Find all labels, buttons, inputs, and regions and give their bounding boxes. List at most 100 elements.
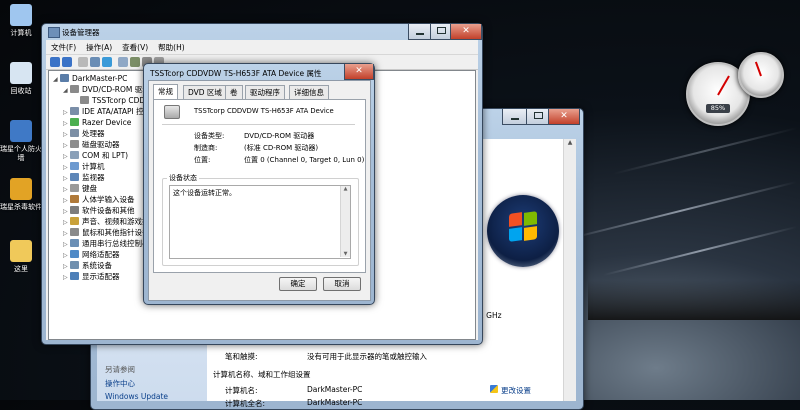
minimize-button[interactable]: [502, 109, 528, 125]
tree-node-label: 软件设备和其他: [82, 206, 135, 215]
scroll-down-icon[interactable]: ▼: [341, 251, 350, 257]
properties-icon[interactable]: [90, 57, 100, 67]
minimize-button[interactable]: [408, 24, 432, 40]
ram-needle: [754, 61, 762, 77]
tree-node[interactable]: ▷ 网络适配器: [63, 249, 120, 260]
tree-node[interactable]: TSSTcorp CDDV: [73, 95, 150, 106]
tree-node[interactable]: ▷ 人体学输入设备: [63, 194, 135, 205]
tree-node-label: COM 和 LPT): [82, 151, 129, 160]
device-icon: [70, 140, 79, 148]
close-button[interactable]: ✕: [344, 64, 374, 80]
tree-node[interactable]: ▷ COM 和 LPT): [63, 150, 128, 161]
wallpaper-streak: [602, 225, 798, 277]
back-icon[interactable]: [50, 57, 60, 67]
tree-node[interactable]: ◢ DarkMaster-PC: [53, 73, 127, 84]
desktop-icon[interactable]: 计算机: [0, 4, 42, 38]
dvd-drive-icon: [164, 105, 180, 119]
tree-node[interactable]: ▷ 键盘: [63, 183, 97, 194]
manufacturer-value: (标准 CD-ROM 驱动器): [244, 144, 319, 152]
tree-node[interactable]: ▷ 软件设备和其他: [63, 205, 135, 216]
tree-node-label: 监视器: [82, 173, 105, 182]
maximize-button[interactable]: [526, 109, 550, 125]
cancel-button[interactable]: 取消: [323, 277, 361, 291]
properties-dialog: TSSTcorp CDDVDW TS-H653F ATA Device 属性 ✕…: [143, 63, 375, 305]
device-status-text: 这个设备运转正常。: [173, 189, 236, 197]
desktop-icon[interactable]: 回收站: [0, 62, 42, 96]
computer-icon: [10, 4, 32, 26]
expand-icon[interactable]: ◢: [53, 74, 60, 85]
full-name-value: DarkMaster-PC: [307, 398, 363, 407]
device-icon: [70, 239, 79, 247]
device-type-value: DVD/CD-ROM 驱动器: [244, 132, 315, 140]
change-settings-link[interactable]: 更改设置: [490, 385, 531, 396]
ram-gauge: [738, 52, 784, 98]
scroll-up-icon[interactable]: ▲: [564, 139, 576, 146]
close-button[interactable]: ✕: [450, 24, 482, 40]
firewall-icon: [10, 120, 32, 142]
location-label: 位置:: [194, 156, 211, 164]
ok-button[interactable]: 确定: [279, 277, 317, 291]
help-icon[interactable]: [102, 57, 112, 67]
forward-icon[interactable]: [62, 57, 72, 67]
properties-tab[interactable]: DVD 区域: [183, 85, 227, 99]
tree-node-label: 系统设备: [82, 261, 112, 270]
maximize-button[interactable]: [430, 24, 452, 40]
menu-item[interactable]: 操作(A): [81, 40, 117, 55]
scan-hardware-icon[interactable]: [118, 57, 128, 67]
menu-item[interactable]: 查看(V): [117, 40, 153, 55]
properties-tab[interactable]: 详细信息: [289, 85, 329, 99]
tree-node[interactable]: ▷ 计算机: [63, 161, 105, 172]
windows-logo: [487, 195, 559, 267]
tree-node-label: DarkMaster-PC: [72, 74, 128, 83]
wallpaper-streak: [612, 127, 798, 175]
close-button[interactable]: ✕: [548, 109, 580, 125]
tree-node-label: Razer Device: [82, 118, 132, 127]
manufacturer-label: 制造商:: [194, 144, 218, 152]
device-status-label: 设备状态: [167, 173, 199, 183]
tree-node[interactable]: ▷ 系统设备: [63, 260, 112, 271]
expand-icon[interactable]: ◢: [63, 85, 70, 96]
tree-node[interactable]: ▷ Razer Device: [63, 117, 131, 128]
tree-node-label: 通用串行总线控制器: [82, 239, 150, 248]
vertical-scrollbar[interactable]: ▲: [563, 139, 576, 401]
tree-node[interactable]: ▷ 通用串行总线控制器: [63, 238, 150, 249]
device-icon: [70, 206, 79, 214]
menu-item[interactable]: 帮助(H): [153, 40, 190, 55]
desktop-icon[interactable]: 瑞星杀毒软件: [0, 178, 42, 212]
device-name: TSSTcorp CDDVDW TS-H653F ATA Device: [194, 107, 334, 115]
tree-node[interactable]: ▷ 监视器: [63, 172, 105, 183]
computer-name-value: DarkMaster-PC: [307, 385, 363, 394]
link-action-center[interactable]: 操作中心: [105, 378, 135, 389]
desktop-icon-label: 计算机: [10, 29, 32, 37]
device-type-label: 设备类型:: [194, 132, 225, 140]
tree-node-label: TSSTcorp CDDV: [92, 96, 151, 105]
pen-touch-value: 没有可用于此显示器的笔或触控输入: [307, 352, 427, 361]
menu-item[interactable]: 文件(F): [46, 40, 81, 55]
tree-node[interactable]: ▷ 显示适配器: [63, 271, 120, 282]
properties-tab[interactable]: 卷: [225, 85, 243, 99]
tree-node[interactable]: ▷ 磁盘驱动器: [63, 139, 120, 150]
device-status-textbox[interactable]: 这个设备运转正常。 ▲ ▼: [169, 185, 351, 259]
device-icon: [70, 162, 79, 170]
status-scrollbar[interactable]: ▲ ▼: [340, 186, 350, 257]
update-driver-icon[interactable]: [130, 57, 140, 67]
computer-name-label: 计算机名:: [225, 386, 258, 395]
device-icon: [70, 184, 79, 192]
tree-node[interactable]: ▷ 鼠标和其他指针设备: [63, 227, 150, 238]
expand-icon[interactable]: ▷: [63, 272, 70, 283]
properties-tab[interactable]: 常规: [153, 84, 178, 99]
device-icon: [70, 129, 79, 137]
desktop-icon-label: 瑞星杀毒软件: [0, 203, 42, 211]
show-hide-tree-icon[interactable]: [78, 57, 88, 67]
tree-node-label: 键盘: [82, 184, 97, 193]
desktop-icon[interactable]: 瑞星个人防火墙: [0, 120, 42, 163]
scroll-up-icon[interactable]: ▲: [341, 186, 350, 192]
desktop-icon-label: 这里: [14, 265, 28, 273]
device-icon: [70, 118, 79, 126]
desktop-icon[interactable]: 这里: [0, 240, 42, 274]
tree-node[interactable]: ▷ 处理器: [63, 128, 105, 139]
properties-tab[interactable]: 驱动程序: [245, 85, 285, 99]
wallpaper-silhouettes: [588, 280, 800, 320]
wallpaper-streak: [563, 180, 797, 242]
see-also-label: 另请参阅: [105, 365, 135, 374]
